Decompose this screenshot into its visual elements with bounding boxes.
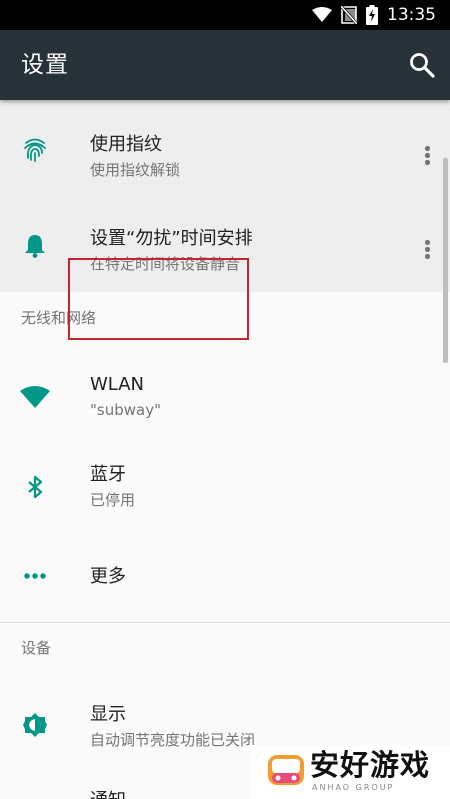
section-header-device: 设备 xyxy=(21,639,52,657)
highlight-box xyxy=(68,258,249,340)
search-icon[interactable] xyxy=(408,51,436,79)
app-toolbar: 设置 xyxy=(0,30,450,100)
suggestion-subtitle: 使用指纹解锁 xyxy=(90,161,181,179)
watermark-text: 安好游戏 xyxy=(310,748,431,782)
fingerprint-icon xyxy=(24,138,46,162)
setting-more[interactable]: 更多 xyxy=(0,532,450,620)
no-sim-icon xyxy=(341,6,357,24)
setting-subtitle: 已停用 xyxy=(90,491,136,509)
watermark-subtext: ANHAO GROUP xyxy=(312,783,395,792)
status-bar: 13:35 xyxy=(0,0,450,30)
bluetooth-icon xyxy=(28,475,43,499)
setting-title: 显示 xyxy=(90,704,126,725)
watermark: 安好游戏 ANHAO GROUP xyxy=(250,745,450,799)
more-vert-icon[interactable] xyxy=(423,240,431,264)
more-vert-icon[interactable] xyxy=(423,146,431,170)
wifi-signal-icon xyxy=(312,7,332,22)
divider xyxy=(0,622,450,623)
setting-title: 蓝牙 xyxy=(90,464,126,485)
status-time: 13:35 xyxy=(387,5,436,25)
suggestion-fingerprint[interactable]: 使用指纹 使用指纹解锁 xyxy=(0,100,450,196)
battery-charging-icon xyxy=(366,5,378,25)
setting-title: 通知 xyxy=(90,790,126,799)
setting-subtitle: "subway" xyxy=(90,401,161,419)
setting-title: WLAN xyxy=(90,374,145,395)
setting-title: 更多 xyxy=(90,566,126,587)
setting-subtitle: 自动调节亮度功能已关闭 xyxy=(90,731,256,749)
setting-wlan[interactable]: WLAN "subway" xyxy=(0,348,450,444)
suggestion-title: 设置“勿扰”时间安排 xyxy=(90,228,253,249)
status-icons: 13:35 xyxy=(312,0,436,30)
suggestion-title: 使用指纹 xyxy=(90,134,162,155)
brightness-icon xyxy=(23,713,47,737)
page-title: 设置 xyxy=(21,52,69,78)
bell-icon xyxy=(25,235,45,258)
gamepad-logo-icon xyxy=(268,755,304,785)
settings-list[interactable]: 使用指纹 使用指纹解锁 设置“勿扰”时间安排 在特定时间将设备静音 无线和网络 … xyxy=(0,100,450,799)
setting-bluetooth[interactable]: 蓝牙 已停用 xyxy=(0,444,450,532)
more-horiz-icon xyxy=(24,573,46,579)
wifi-icon xyxy=(20,386,50,408)
scrollbar[interactable] xyxy=(443,158,448,363)
